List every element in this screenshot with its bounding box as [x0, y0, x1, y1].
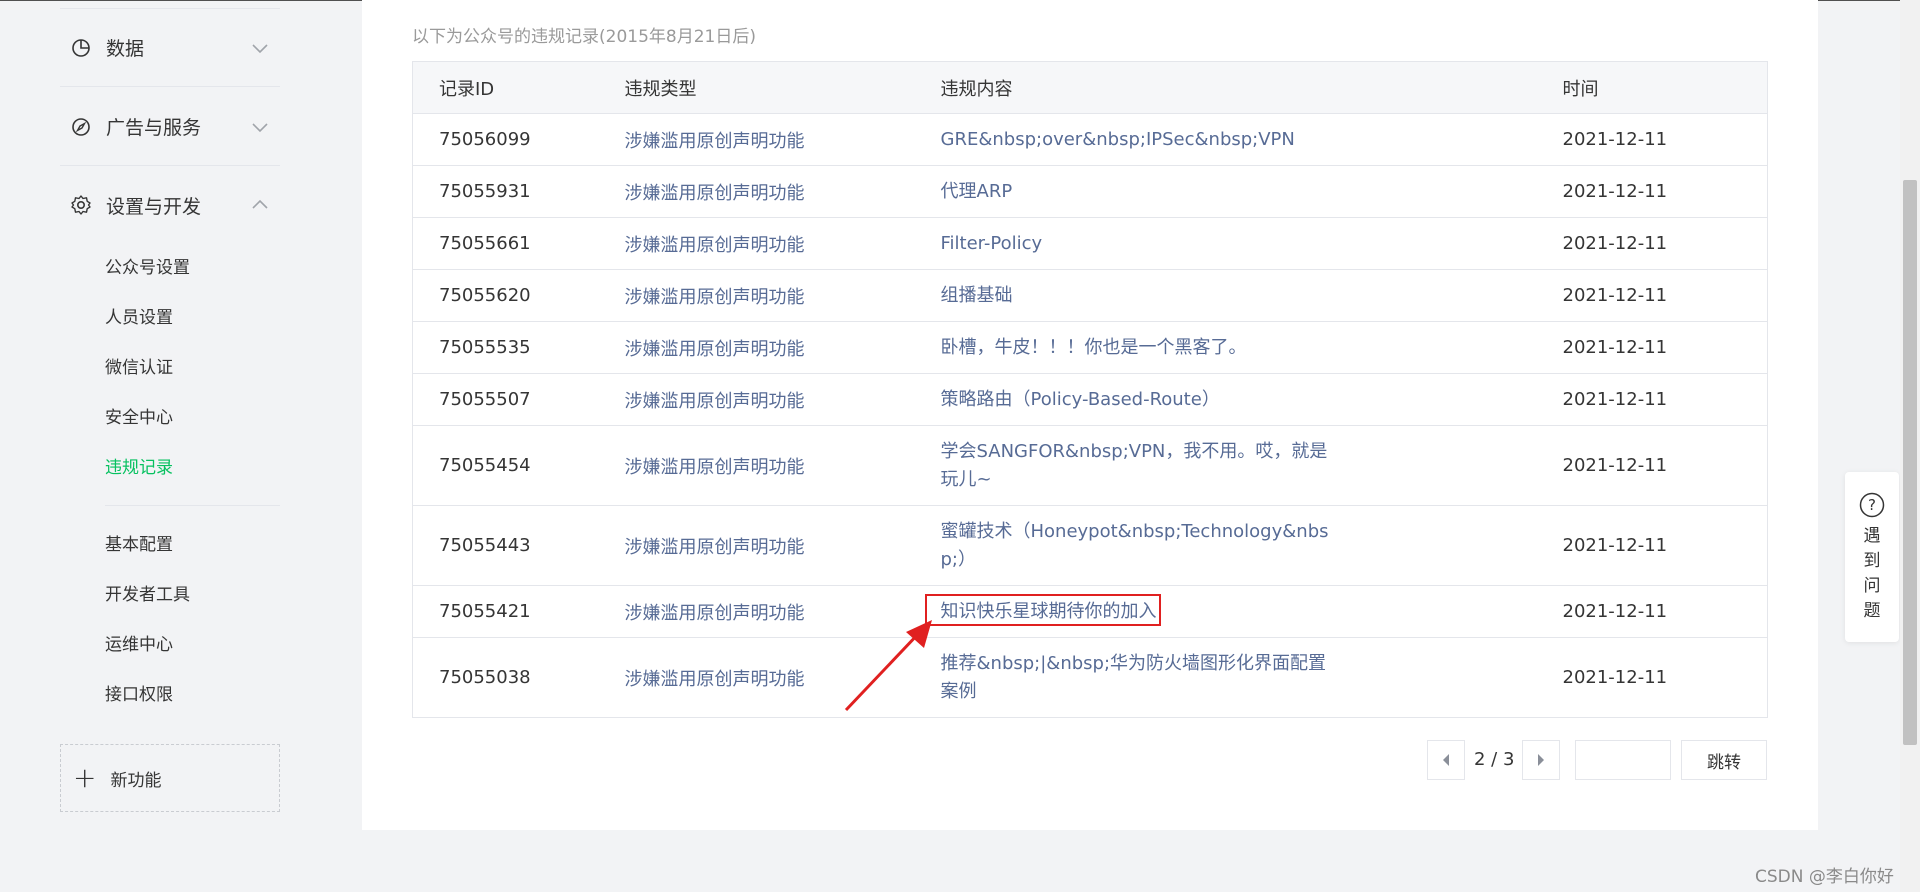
sidebar-item-staff-settings[interactable]: 人员设置: [105, 293, 173, 343]
record-id: 75055443: [412, 505, 599, 586]
sidebar-item-ops-center[interactable]: 运维中心: [105, 620, 173, 670]
new-feature-button[interactable]: + 新功能: [60, 744, 280, 812]
header-violation-type: 违规类型: [598, 61, 915, 114]
compass-icon: [70, 116, 92, 138]
table-row: 75055620 涉嫌滥用原创声明功能 组播基础 2021-12-11: [412, 269, 1768, 322]
record-id: 75055931: [412, 165, 599, 218]
table-row: 75055535 涉嫌滥用原创声明功能 卧槽，牛皮！！！你也是一个黑客了。 20…: [412, 321, 1768, 374]
violation-content-link[interactable]: 代理ARP: [941, 178, 1013, 206]
table-row: 75055454 涉嫌滥用原创声明功能 学会SANGFOR&nbsp;VPN，我…: [412, 425, 1768, 506]
chevron-down-icon: [250, 38, 270, 58]
violation-type-link[interactable]: 涉嫌滥用原创声明功能: [598, 505, 915, 586]
violation-type-link[interactable]: 涉嫌滥用原创声明功能: [598, 373, 915, 426]
table-row: 75055038 涉嫌滥用原创声明功能 推荐&nbsp;|&nbsp;华为防火墙…: [412, 637, 1768, 718]
violation-type-link[interactable]: 涉嫌滥用原创声明功能: [598, 321, 915, 374]
record-time: 2021-12-11: [1536, 321, 1768, 374]
violation-type-link[interactable]: 涉嫌滥用原创声明功能: [598, 217, 915, 270]
gear-icon: [70, 194, 92, 216]
sidebar-item-api-permissions[interactable]: 接口权限: [105, 670, 173, 720]
sidebar-group-settings[interactable]: 设置与开发: [60, 166, 280, 244]
header-record-id: 记录ID: [412, 61, 599, 114]
record-time: 2021-12-11: [1536, 637, 1768, 718]
sidebar-item-security[interactable]: 安全中心: [105, 393, 173, 443]
record-time: 2021-12-11: [1536, 165, 1768, 218]
sidebar-group-label: 数据: [106, 38, 145, 60]
page-jump-button[interactable]: 跳转: [1681, 740, 1767, 780]
violation-content-link[interactable]: Filter-Policy: [941, 230, 1043, 258]
header-time: 时间: [1536, 61, 1768, 114]
violation-type-link[interactable]: 涉嫌滥用原创声明功能: [598, 425, 915, 506]
record-time: 2021-12-11: [1536, 373, 1768, 426]
record-id: 75055535: [412, 321, 599, 374]
violation-content-link[interactable]: 推荐&nbsp;|&nbsp;华为防火墙图形化界面配置案例: [941, 650, 1341, 706]
sidebar-item-basic-config[interactable]: 基本配置: [105, 520, 173, 570]
sidebar-item-violations[interactable]: 违规记录: [105, 443, 173, 493]
record-time: 2021-12-11: [1536, 585, 1768, 638]
pie-chart-icon: [70, 37, 92, 59]
sidebar-group-data[interactable]: 数据: [60, 9, 280, 87]
chevron-down-icon: [250, 117, 270, 137]
record-id: 75055454: [412, 425, 599, 506]
sidebar-divider: [105, 505, 280, 506]
sidebar-item-dev-tools[interactable]: 开发者工具: [105, 570, 190, 620]
violation-content-link[interactable]: 蜜罐技术（Honeypot&nbsp;Technology&nbsp;）: [941, 518, 1341, 574]
record-id: 75055038: [412, 637, 599, 718]
violation-type-link[interactable]: 涉嫌滥用原创声明功能: [598, 165, 915, 218]
record-time: 2021-12-11: [1536, 217, 1768, 270]
table-row: 75055931 涉嫌滥用原创声明功能 代理ARP 2021-12-11: [412, 165, 1768, 218]
question-icon: ?: [1859, 492, 1885, 518]
table-header-row: 记录ID 违规类型 违规内容 时间: [412, 61, 1768, 114]
prev-page-button[interactable]: [1427, 740, 1465, 780]
header-violation-content: 违规内容: [914, 61, 1537, 114]
intro-text: 以下为公众号的违规记录(2015年8月21日后): [412, 27, 756, 47]
sidebar-item-wechat-verify[interactable]: 微信认证: [105, 343, 173, 393]
table-row: 75056099 涉嫌滥用原创声明功能 GRE&nbsp;over&nbsp;I…: [412, 113, 1768, 166]
chevron-up-icon: [250, 195, 270, 215]
caret-left-icon: [1443, 754, 1449, 766]
record-time: 2021-12-11: [1536, 113, 1768, 166]
violation-type-link[interactable]: 涉嫌滥用原创声明功能: [598, 113, 915, 166]
record-id: 75055421: [412, 585, 599, 638]
watermark: CSDN @李白你好: [1755, 867, 1894, 887]
record-id: 75055661: [412, 217, 599, 270]
sidebar-item-account-settings[interactable]: 公众号设置: [105, 243, 190, 293]
sidebar-group-label: 设置与开发: [106, 195, 202, 218]
help-label: 遇到问题: [1863, 526, 1881, 621]
annotation-highlight-box: [925, 594, 1161, 626]
record-time: 2021-12-11: [1536, 505, 1768, 586]
violation-content-link[interactable]: GRE&nbsp;over&nbsp;IPSec&nbsp;VPN: [941, 126, 1295, 154]
table-row: 75055661 涉嫌滥用原创声明功能 Filter-Policy 2021-1…: [412, 217, 1768, 270]
scrollbar-thumb[interactable]: [1903, 180, 1917, 745]
main-panel: 以下为公众号的违规记录(2015年8月21日后) 记录ID 违规类型 违规内容 …: [362, 0, 1818, 830]
record-id: 75055507: [412, 373, 599, 426]
sidebar-group-label: 广告与服务: [106, 117, 202, 139]
violation-type-link[interactable]: 涉嫌滥用原创声明功能: [598, 269, 915, 322]
record-id: 75055620: [412, 269, 599, 322]
annotation-arrow-icon: [844, 620, 932, 712]
next-page-button[interactable]: [1522, 740, 1560, 780]
violation-content-link[interactable]: 组播基础: [941, 282, 1013, 310]
sidebar-group-ads[interactable]: 广告与服务: [60, 88, 280, 166]
violation-content-link[interactable]: 学会SANGFOR&nbsp;VPN，我不用。哎，就是玩儿~: [941, 438, 1341, 494]
sidebar: 数据 广告与服务 设置与开发 公众号设置 人员设置 微信认证 安全中心 违规记录…: [60, 0, 280, 892]
record-id: 75056099: [412, 113, 599, 166]
table-row: 75055507 涉嫌滥用原创声明功能 策略路由（Policy-Based-Ro…: [412, 373, 1768, 426]
new-feature-label: 新功能: [110, 770, 162, 791]
page-jump-input[interactable]: [1575, 740, 1671, 780]
help-widget[interactable]: ? 遇到问题: [1845, 472, 1899, 642]
page-indicator: 2 / 3: [1474, 749, 1515, 770]
svg-text:?: ?: [1868, 496, 1876, 514]
record-time: 2021-12-11: [1536, 425, 1768, 506]
plus-icon: +: [73, 761, 97, 794]
violation-content-link[interactable]: 策略路由（Policy-Based-Route）: [941, 386, 1220, 414]
table-row: 75055443 涉嫌滥用原创声明功能 蜜罐技术（Honeypot&nbsp;T…: [412, 505, 1768, 586]
caret-right-icon: [1538, 754, 1544, 766]
record-time: 2021-12-11: [1536, 269, 1768, 322]
violation-content-link[interactable]: 卧槽，牛皮！！！你也是一个黑客了。: [941, 334, 1247, 362]
